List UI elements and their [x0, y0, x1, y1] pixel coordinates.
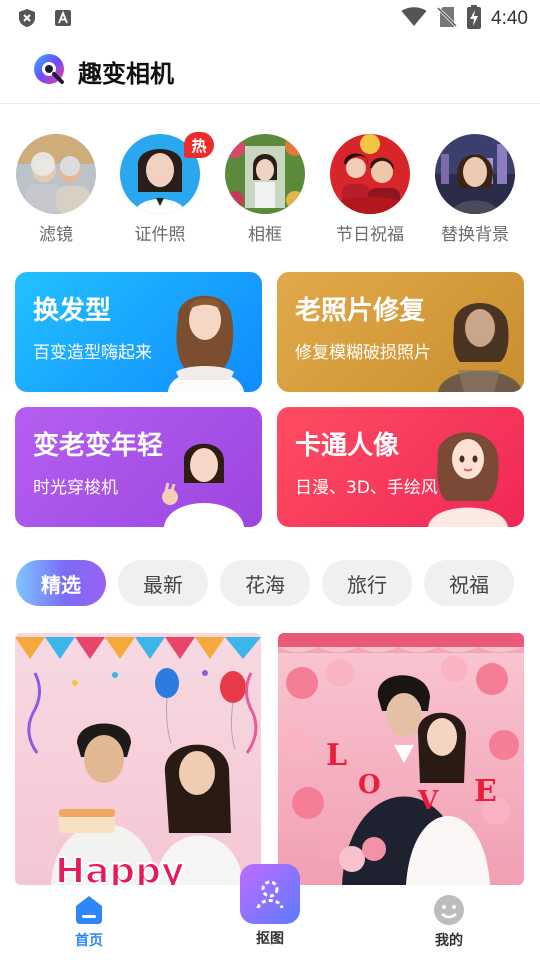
nav-home[interactable]: 首页	[44, 894, 134, 950]
card-subtitle: 百变造型嗨起来	[33, 343, 152, 363]
wifi-icon	[401, 7, 427, 31]
tab-travel[interactable]: 旅行	[322, 560, 412, 606]
bottom-navigation: 首页 抠图 我的	[0, 864, 540, 960]
cutout-icon	[240, 864, 300, 924]
age-change-woman-image	[162, 443, 244, 527]
feature-shortcuts: 滤镜 热 证件照 相框 节日祝福 替换背景	[0, 132, 540, 245]
nav-label: 我的	[435, 933, 463, 949]
card-old-photo-repair[interactable]: 老照片修复 修复模糊破损照片	[277, 272, 524, 392]
feature-label: 节日祝福	[336, 225, 404, 245]
hot-badge: 热	[184, 132, 214, 158]
filter-thumbnail	[16, 134, 96, 214]
love-couple-image: L O V E	[278, 633, 524, 885]
tile-lettering: Happy	[55, 851, 184, 885]
card-title: 变老变年轻	[33, 431, 164, 461]
card-subtitle: 日漫、3D、手绘风	[295, 478, 438, 498]
tab-featured[interactable]: 精选	[16, 560, 106, 606]
feature-id-photo[interactable]: 热 证件照	[118, 132, 214, 245]
hairstyle-woman-image	[168, 295, 244, 392]
app-header: 趣变相机	[0, 44, 540, 104]
birthday-couple-image: Happy	[15, 637, 261, 885]
svg-text:O: O	[358, 770, 381, 800]
home-icon	[72, 894, 106, 926]
card-title: 卡通人像	[295, 431, 400, 461]
card-age-change[interactable]: 变老变年轻 时光穿梭机	[15, 407, 262, 527]
tile-lettering: L	[326, 738, 347, 773]
tab-flowers[interactable]: 花海	[220, 560, 310, 606]
app-logo-icon	[32, 52, 66, 86]
tab-latest[interactable]: 最新	[118, 560, 208, 606]
card-cartoon-portrait[interactable]: 卡通人像 日漫、3D、手绘风	[277, 407, 524, 527]
cartoon-woman-image	[428, 432, 508, 527]
feature-festival[interactable]: 节日祝福	[328, 134, 412, 245]
card-hairstyle[interactable]: 换发型 百变造型嗨起来	[15, 272, 262, 392]
card-subtitle: 时光穿梭机	[33, 478, 118, 498]
app-title: 趣变相机	[78, 60, 174, 88]
card-title: 老照片修复	[295, 296, 426, 326]
clock-time: 4:40	[491, 8, 528, 29]
feature-label: 替换背景	[441, 225, 509, 245]
frame-thumbnail	[225, 134, 305, 214]
feature-label: 证件照	[134, 225, 186, 245]
profile-icon	[432, 894, 466, 926]
no-sim-icon	[436, 6, 458, 32]
nav-label: 首页	[75, 933, 103, 949]
card-title: 换发型	[33, 296, 112, 326]
feature-label: 滤镜	[39, 225, 73, 245]
feature-frame[interactable]: 相框	[223, 134, 307, 245]
feature-filter[interactable]: 滤镜	[14, 134, 98, 245]
replace-background-thumbnail	[435, 134, 515, 214]
old-photo-woman-image	[438, 302, 522, 392]
card-subtitle: 修复模糊破损照片	[295, 343, 431, 363]
shield-icon	[16, 7, 38, 29]
nav-cutout[interactable]: 抠图	[225, 864, 315, 948]
category-tabs: 精选 最新 花海 旅行 祝福	[16, 560, 514, 606]
status-bar: 4:40	[0, 0, 540, 36]
keyboard-a-icon	[52, 7, 74, 29]
template-tile-birthday[interactable]: Happy	[15, 633, 261, 885]
feature-replace-background[interactable]: 替换背景	[433, 134, 517, 245]
feature-label: 相框	[248, 225, 282, 245]
tab-blessing[interactable]: 祝福	[424, 560, 514, 606]
festival-thumbnail	[330, 134, 410, 214]
battery-charging-icon	[467, 5, 482, 33]
svg-text:V: V	[417, 786, 439, 816]
nav-label: 抠图	[256, 931, 284, 947]
template-tile-love[interactable]: L O V E	[278, 633, 524, 885]
nav-profile[interactable]: 我的	[404, 894, 494, 950]
svg-text:E: E	[474, 774, 497, 809]
